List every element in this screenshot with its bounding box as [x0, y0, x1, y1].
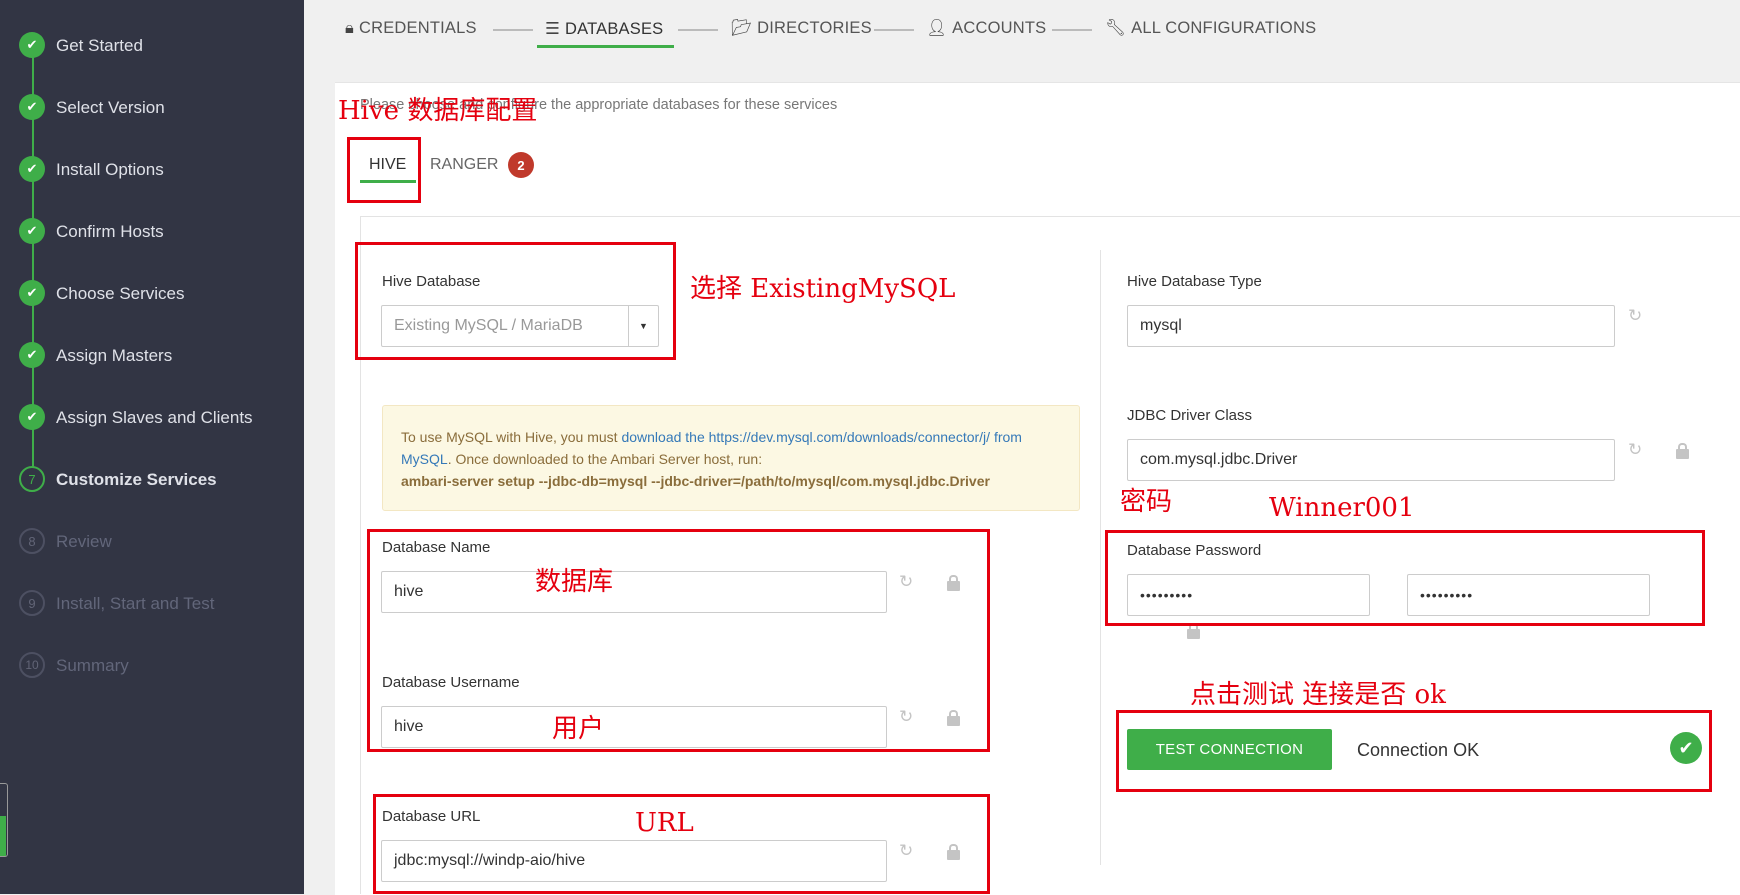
annotation-box-hive-database — [355, 242, 676, 360]
check-icon: ✔ — [19, 218, 45, 244]
check-icon: ✔ — [19, 342, 45, 368]
check-icon: ✔ — [19, 156, 45, 182]
annotation-box-test — [1116, 710, 1712, 792]
wrench-icon: 🔧︎ — [1105, 19, 1127, 37]
annotation-database: 数据库 — [535, 567, 614, 597]
annotation-hive-db-config: Hive 数据库配置 — [338, 96, 538, 126]
step-number: 7 — [19, 466, 45, 492]
step-number: 8 — [19, 528, 45, 554]
jdbc-driver-class-label: JDBC Driver Class — [1127, 407, 1253, 424]
step-label: Assign Masters — [56, 346, 173, 365]
folder-icon: 📂︎ — [731, 19, 753, 37]
step-label: Assign Slaves and Clients — [56, 408, 253, 427]
ranger-issue-badge: 2 — [508, 152, 534, 178]
column-divider — [1100, 250, 1101, 865]
tab-credentials[interactable]: 🔒︎ CREDENTIALS — [345, 19, 477, 38]
annotation-user: 用户 — [552, 714, 605, 744]
step-install-options[interactable]: ✔ Install Options — [0, 152, 304, 192]
tab-ranger[interactable]: RANGER — [430, 156, 498, 174]
check-icon: ✔ — [19, 280, 45, 306]
annotation-box-password — [1105, 530, 1705, 626]
check-icon: ✔ — [19, 32, 45, 58]
check-icon: ✔ — [19, 94, 45, 120]
mysql-driver-alert: To use MySQL with Hive, you must downloa… — [382, 405, 1080, 511]
step-get-started[interactable]: ✔ Get Started — [0, 28, 304, 68]
step-label: Choose Services — [56, 284, 185, 303]
step-label: Install, Start and Test — [56, 594, 215, 613]
step-summary: 10 Summary — [0, 648, 304, 688]
jdbc-driver-class-input[interactable]: com.mysql.jdbc.Driver — [1127, 439, 1615, 481]
step-label: Customize Services — [56, 470, 217, 489]
hive-database-type-label: Hive Database Type — [1127, 273, 1262, 290]
step-assign-slaves[interactable]: ✔ Assign Slaves and Clients — [0, 400, 304, 440]
wizard-sidebar: ✔ Get Started ✔ Select Version ✔ Install… — [0, 0, 304, 894]
annotation-select-existing: 选择 ExistingMySQL — [690, 274, 956, 304]
refresh-icon[interactable]: ↻ — [1628, 306, 1642, 326]
step-assign-masters[interactable]: ✔ Assign Masters — [0, 338, 304, 378]
step-select-version[interactable]: ✔ Select Version — [0, 90, 304, 130]
hive-database-type-input[interactable]: mysql — [1127, 305, 1615, 347]
annotation-password: 密码 — [1120, 487, 1173, 517]
tab-separator — [1052, 29, 1092, 31]
step-label: Review — [56, 532, 112, 551]
step-install-start-test: 9 Install, Start and Test — [0, 586, 304, 626]
step-number: 9 — [19, 590, 45, 616]
step-label: Select Version — [56, 98, 165, 117]
annotation-test-hint: 点击测试 连接是否 ok — [1190, 680, 1446, 710]
tab-directories[interactable]: 📂︎ DIRECTORIES — [731, 19, 872, 38]
annotation-password-value: Winner001 — [1269, 493, 1415, 523]
refresh-icon[interactable]: ↻ — [1628, 440, 1642, 460]
lock-icon: 🔒︎ — [345, 19, 354, 37]
lock-icon[interactable] — [1187, 623, 1200, 639]
annotation-box-hive-tab — [347, 137, 421, 203]
tab-separator — [874, 29, 914, 31]
setup-command: ambari-server setup --jdbc-db=mysql --jd… — [401, 473, 990, 489]
tab-accounts[interactable]: 👤︎ ACCOUNTS — [926, 19, 1046, 38]
step-label: Confirm Hosts — [56, 222, 164, 241]
check-icon: ✔ — [19, 404, 45, 430]
annotation-box-name-user — [367, 529, 990, 752]
active-tab-underline — [537, 45, 674, 48]
lock-icon[interactable] — [1676, 443, 1689, 459]
tab-databases[interactable]: ☰ DATABASES — [545, 19, 663, 39]
step-confirm-hosts[interactable]: ✔ Confirm Hosts — [0, 214, 304, 254]
tab-separator — [493, 29, 533, 31]
step-review: 8 Review — [0, 524, 304, 564]
sidebar-scroll-indicator[interactable] — [0, 783, 8, 857]
step-customize-services[interactable]: 7 Customize Services — [0, 462, 304, 502]
tab-all-configurations[interactable]: 🔧︎ ALL CONFIGURATIONS — [1105, 19, 1316, 38]
step-number: 10 — [19, 652, 45, 678]
tab-separator — [678, 29, 718, 31]
annotation-url: URL — [635, 808, 694, 838]
step-label: Install Options — [56, 160, 164, 179]
step-label: Summary — [56, 656, 129, 675]
database-icon: ☰ — [545, 20, 560, 38]
step-label: Get Started — [56, 36, 143, 55]
step-choose-services[interactable]: ✔ Choose Services — [0, 276, 304, 316]
user-icon: 👤︎ — [926, 19, 948, 37]
